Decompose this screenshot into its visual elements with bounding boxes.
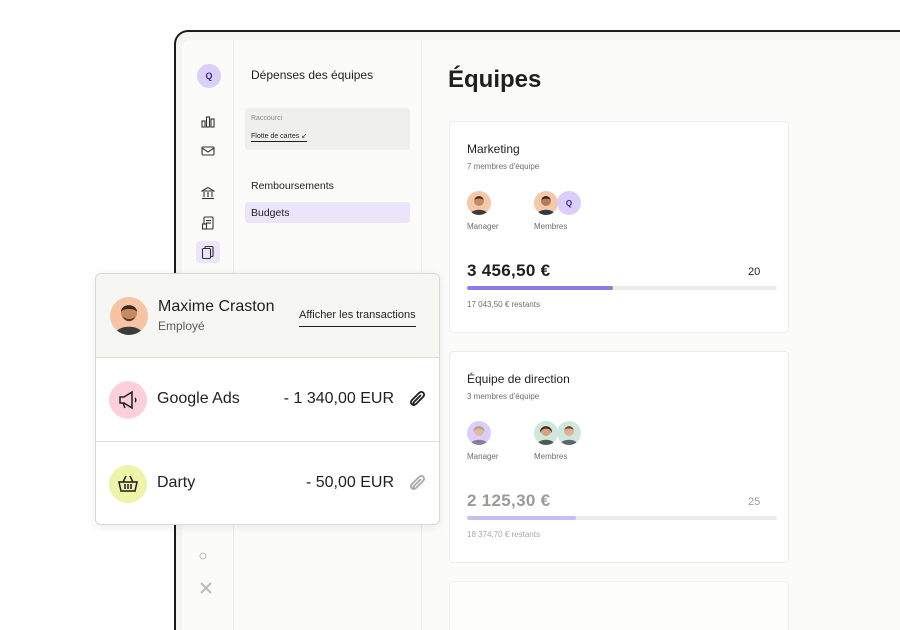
members-label: Membres (534, 222, 568, 231)
team-name: Marketing (467, 142, 520, 156)
show-transactions-link[interactable]: Afficher les transactions (299, 309, 416, 327)
user-role: Employé (158, 319, 205, 333)
budget-progress-bar (467, 516, 777, 520)
nav-item-reimbursements[interactable]: Remboursements (245, 175, 410, 196)
budget-remaining: 18 374,70 € restants (467, 530, 540, 539)
budget-progress-fill (467, 286, 613, 290)
attachment-icon[interactable] (407, 389, 427, 409)
team-name: Équipe de direction (467, 372, 570, 386)
team-member-count: 7 membres d'équipe (467, 162, 540, 171)
manager-label: Manager (467, 222, 499, 231)
bar-chart-icon[interactable] (196, 110, 220, 132)
member-avatar[interactable] (534, 421, 558, 445)
shortcut-box: Raccourci Flotte de cartes ↙ (245, 108, 410, 150)
close-icon[interactable] (199, 581, 213, 600)
budget-remaining: 17 043,50 € restants (467, 300, 540, 309)
merchant-name: Google Ads (157, 390, 240, 407)
manager-label: Manager (467, 452, 499, 461)
transaction-amount: - 1 340,00 EUR (283, 390, 394, 407)
manager-avatar[interactable] (467, 191, 491, 215)
circle-icon[interactable] (198, 548, 208, 566)
transaction-row[interactable]: Darty - 50,00 EUR (96, 441, 439, 524)
budget-progress-fill (467, 516, 576, 520)
inbox-icon[interactable] (196, 140, 220, 162)
budget-spent: 2 125,30 € (467, 491, 551, 510)
budget-total: 25 (748, 496, 761, 508)
team-card-partial[interactable] (449, 581, 789, 630)
team-card-direction[interactable]: Équipe de direction 3 membres d'équipe M… (449, 351, 789, 563)
budget-total: 20 (748, 266, 761, 278)
team-card-marketing[interactable]: Marketing 7 membres d'équipe Manager Q M… (449, 121, 789, 333)
member-avatar-initial[interactable]: Q (557, 191, 581, 215)
nav-item-budgets[interactable]: Budgets (245, 202, 410, 223)
team-member-count: 3 membres d'équipe (467, 392, 540, 401)
section-title: Dépenses des équipes (251, 68, 374, 82)
members-label: Membres (534, 452, 568, 461)
bank-icon[interactable] (196, 182, 220, 204)
main-content: Équipes Marketing 7 membres d'équipe Man… (422, 40, 900, 630)
user-name: Maxime Craston (158, 298, 275, 315)
page-title: Équipes (448, 66, 542, 93)
budget-spent: 3 456,50 € (467, 261, 551, 280)
transactions-popup: Maxime Craston Employé Afficher les tran… (95, 273, 440, 525)
cards-icon[interactable] (196, 241, 220, 263)
shortcut-card-fleet-link[interactable]: Flotte de cartes ↙ (251, 132, 308, 142)
member-avatar[interactable] (557, 421, 581, 445)
shortcut-label: Raccourci (251, 115, 283, 122)
receipt-icon[interactable] (196, 212, 220, 234)
megaphone-icon (109, 381, 147, 419)
user-avatar (110, 297, 148, 335)
budget-progress-bar (467, 286, 777, 290)
popup-header: Maxime Craston Employé Afficher les tran… (96, 274, 439, 358)
merchant-name: Darty (157, 474, 196, 491)
transaction-row[interactable]: Google Ads - 1 340,00 EUR (96, 358, 439, 442)
workspace-avatar[interactable]: Q (197, 64, 221, 88)
transaction-amount: - 50,00 EUR (305, 474, 394, 491)
manager-avatar[interactable] (467, 421, 491, 445)
member-avatar[interactable] (534, 191, 558, 215)
basket-icon (109, 465, 147, 503)
attachment-icon[interactable] (407, 473, 427, 493)
